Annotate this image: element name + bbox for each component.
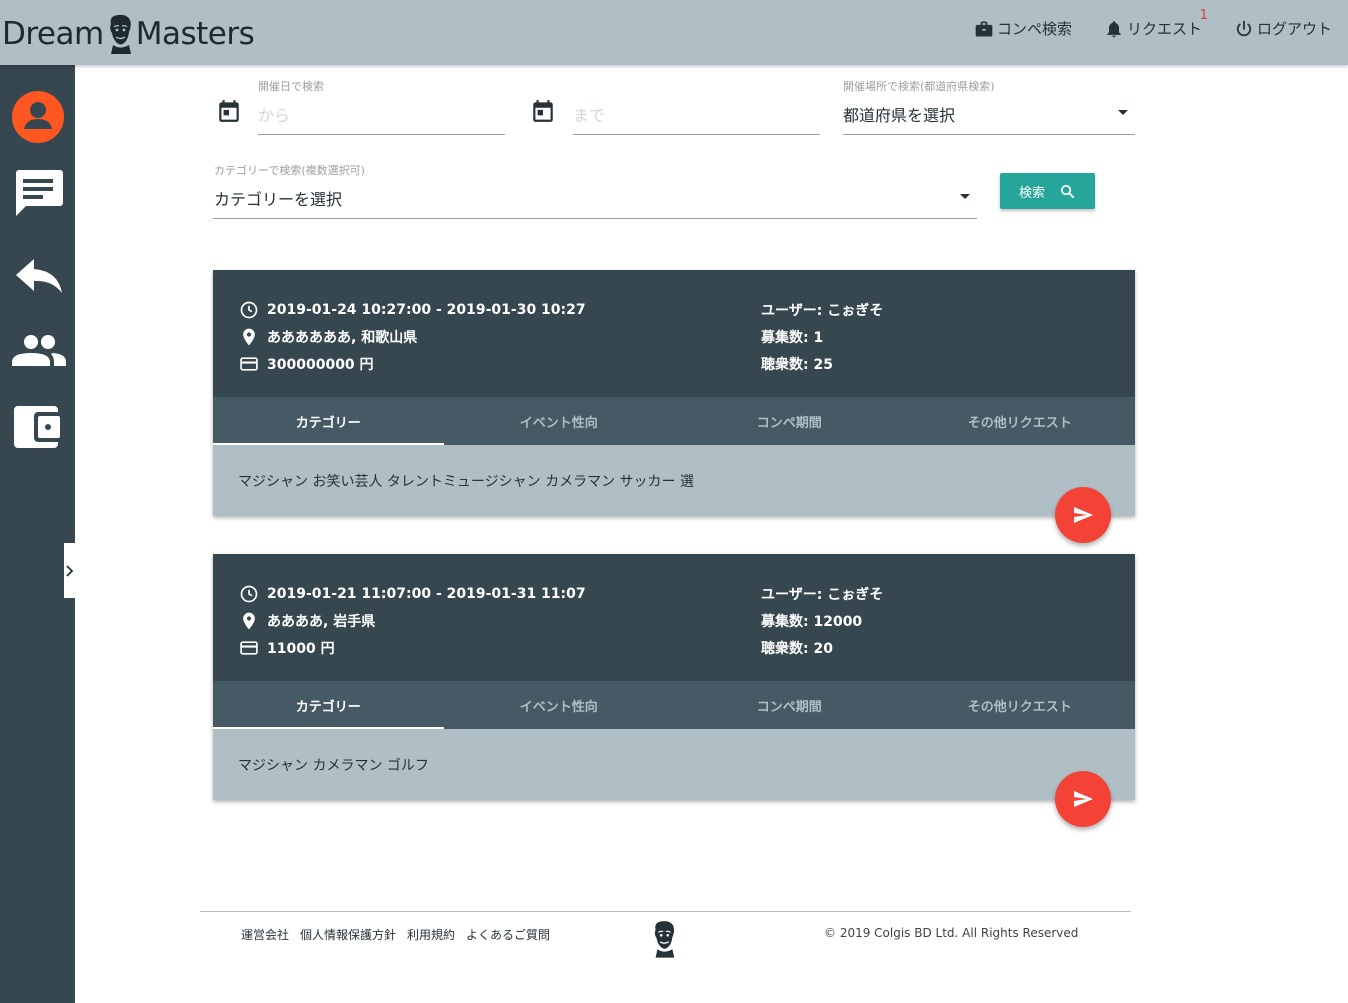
nav-requests[interactable]: リクエスト 1 bbox=[1104, 8, 1208, 39]
footer-links: 運営会社 個人情報保護方針 利用規約 よくあるご質問 bbox=[241, 926, 550, 943]
footer-logo-icon bbox=[654, 921, 675, 958]
requests-badge: 1 bbox=[1199, 8, 1208, 23]
card-period: 2019-01-24 10:27:00 - 2019-01-30 10:27 bbox=[239, 300, 586, 320]
card-location-text: ああああ, 岩手県 bbox=[267, 614, 376, 630]
location-search-label: 開催場所で検索(都道府県検索) bbox=[843, 80, 995, 93]
card-location: ああああ, 岩手県 bbox=[239, 611, 375, 631]
date-to-underline bbox=[573, 134, 820, 135]
send-button[interactable] bbox=[1055, 771, 1111, 827]
briefcase-icon bbox=[975, 21, 993, 36]
bell-icon bbox=[1107, 20, 1121, 37]
copyright-text: © 2019 Colgis BD Ltd. All Rights Reserve… bbox=[824, 926, 1079, 940]
category-caret-icon[interactable] bbox=[960, 194, 970, 199]
search-button-label: 検索 bbox=[1018, 185, 1045, 201]
footer-link-privacy[interactable]: 個人情報保護方針 bbox=[300, 926, 396, 943]
tab-event-tendency[interactable]: イベント性向 bbox=[444, 681, 675, 729]
card-audience-count: 聴衆数: 25 bbox=[761, 357, 833, 373]
date-to-input[interactable]: まで bbox=[573, 102, 605, 126]
location-pin-icon bbox=[243, 612, 255, 630]
card-price: 300000000 円 bbox=[239, 354, 374, 374]
sidebar-item-reply[interactable] bbox=[8, 243, 68, 303]
sidebar-toggle[interactable] bbox=[64, 543, 75, 598]
card-location-text: ああああああ, 和歌山県 bbox=[267, 330, 418, 346]
tab-category[interactable]: カテゴリー bbox=[213, 397, 444, 445]
contest-card: 2019-01-21 11:07:00 - 2019-01-31 11:07 あ… bbox=[213, 554, 1135, 800]
logo-text-masters: Masters bbox=[135, 16, 255, 52]
nav-logout[interactable]: ログアウト bbox=[1234, 18, 1332, 39]
send-button[interactable] bbox=[1055, 487, 1111, 543]
card-tab-content: マジシャン カメラマン ゴルフ bbox=[213, 729, 1135, 800]
sidebar-item-users[interactable] bbox=[8, 320, 68, 380]
footer-link-company[interactable]: 運営会社 bbox=[241, 926, 289, 943]
message-icon bbox=[16, 170, 63, 216]
sidebar-item-profile[interactable] bbox=[8, 87, 68, 147]
card-recruit-count: 募集数: 1 bbox=[761, 330, 824, 346]
tab-contest-period[interactable]: コンペ期間 bbox=[674, 397, 905, 445]
sidebar bbox=[0, 65, 75, 1003]
wallet-icon bbox=[14, 406, 60, 448]
date-from-underline bbox=[258, 134, 505, 135]
card-header: 2019-01-21 11:07:00 - 2019-01-31 11:07 あ… bbox=[213, 554, 1135, 681]
calendar-to-icon[interactable] bbox=[530, 98, 556, 124]
credit-card-icon bbox=[240, 641, 258, 655]
nav-requests-label: リクエスト bbox=[1126, 20, 1202, 38]
footer-divider bbox=[200, 911, 1131, 912]
category-select[interactable]: カテゴリーを選択 bbox=[214, 186, 342, 210]
group-icon bbox=[12, 335, 66, 366]
logo[interactable]: Dream Masters bbox=[2, 12, 255, 56]
account-circle-icon bbox=[12, 91, 64, 143]
top-header: Dream Masters コンペ検索 リクエスト 1 ログアウト bbox=[0, 0, 1348, 65]
tab-event-tendency[interactable]: イベント性向 bbox=[444, 397, 675, 445]
date-search-label: 開催日で検索 bbox=[258, 80, 324, 93]
card-location: ああああああ, 和歌山県 bbox=[239, 327, 417, 347]
location-caret-icon[interactable] bbox=[1118, 110, 1128, 115]
location-pin-icon bbox=[243, 328, 255, 346]
send-icon bbox=[1074, 791, 1093, 807]
card-period: 2019-01-21 11:07:00 - 2019-01-31 11:07 bbox=[239, 584, 586, 604]
tab-other-requests[interactable]: その他リクエスト bbox=[905, 681, 1136, 729]
category-search-label: カテゴリーで検索(複数選択可) bbox=[214, 164, 365, 177]
tab-category[interactable]: カテゴリー bbox=[213, 681, 444, 729]
card-header: 2019-01-24 10:27:00 - 2019-01-30 10:27 あ… bbox=[213, 270, 1135, 397]
sidebar-item-wallet[interactable] bbox=[8, 398, 68, 458]
search-icon bbox=[1060, 184, 1075, 198]
power-icon bbox=[1236, 20, 1252, 36]
logo-text-dream: Dream bbox=[2, 16, 104, 52]
card-price: 11000 円 bbox=[239, 638, 335, 658]
location-select[interactable]: 都道府県を選択 bbox=[843, 102, 955, 126]
card-period-text: 2019-01-24 10:27:00 - 2019-01-30 10:27 bbox=[267, 302, 586, 318]
contest-card: 2019-01-24 10:27:00 - 2019-01-30 10:27 あ… bbox=[213, 270, 1135, 516]
tab-contest-period[interactable]: コンペ期間 bbox=[674, 681, 905, 729]
nav-contest-search[interactable]: コンペ検索 bbox=[974, 18, 1072, 39]
card-user: ユーザー: こぉぎそ bbox=[761, 587, 884, 603]
card-tab-content: マジシャン お笑い芸人 タレントミュージシャン カメラマン サッカー 選 bbox=[213, 445, 1135, 516]
card-user: ユーザー: こぉぎそ bbox=[761, 303, 884, 319]
card-period-text: 2019-01-21 11:07:00 - 2019-01-31 11:07 bbox=[267, 586, 586, 602]
card-audience-count: 聴衆数: 20 bbox=[761, 641, 833, 657]
card-tabs: カテゴリー イベント性向 コンペ期間 その他リクエスト bbox=[213, 681, 1135, 729]
location-underline bbox=[843, 134, 1135, 135]
card-price-text: 300000000 円 bbox=[267, 357, 374, 373]
send-icon bbox=[1074, 507, 1093, 523]
date-from-input[interactable]: から bbox=[258, 102, 290, 126]
footer-link-faq[interactable]: よくあるご質問 bbox=[466, 926, 550, 943]
calendar-from-icon[interactable] bbox=[216, 98, 242, 124]
category-underline bbox=[213, 218, 977, 219]
clock-icon bbox=[240, 585, 258, 603]
card-recruit-count: 募集数: 12000 bbox=[761, 614, 863, 630]
nav-logout-label: ログアウト bbox=[1256, 20, 1332, 38]
chevron-right-icon bbox=[65, 564, 73, 577]
nav-contest-search-label: コンペ検索 bbox=[996, 20, 1072, 38]
card-tabs: カテゴリー イベント性向 コンペ期間 その他リクエスト bbox=[213, 397, 1135, 445]
sidebar-item-messages[interactable] bbox=[8, 162, 68, 222]
tab-other-requests[interactable]: その他リクエスト bbox=[905, 397, 1136, 445]
logo-face-icon bbox=[109, 14, 131, 54]
reply-icon bbox=[16, 259, 62, 293]
credit-card-icon bbox=[240, 357, 258, 371]
search-button[interactable]: 検索 bbox=[1000, 173, 1095, 209]
clock-icon bbox=[240, 301, 258, 319]
card-price-text: 11000 円 bbox=[267, 641, 335, 657]
footer-link-terms[interactable]: 利用規約 bbox=[407, 926, 455, 943]
